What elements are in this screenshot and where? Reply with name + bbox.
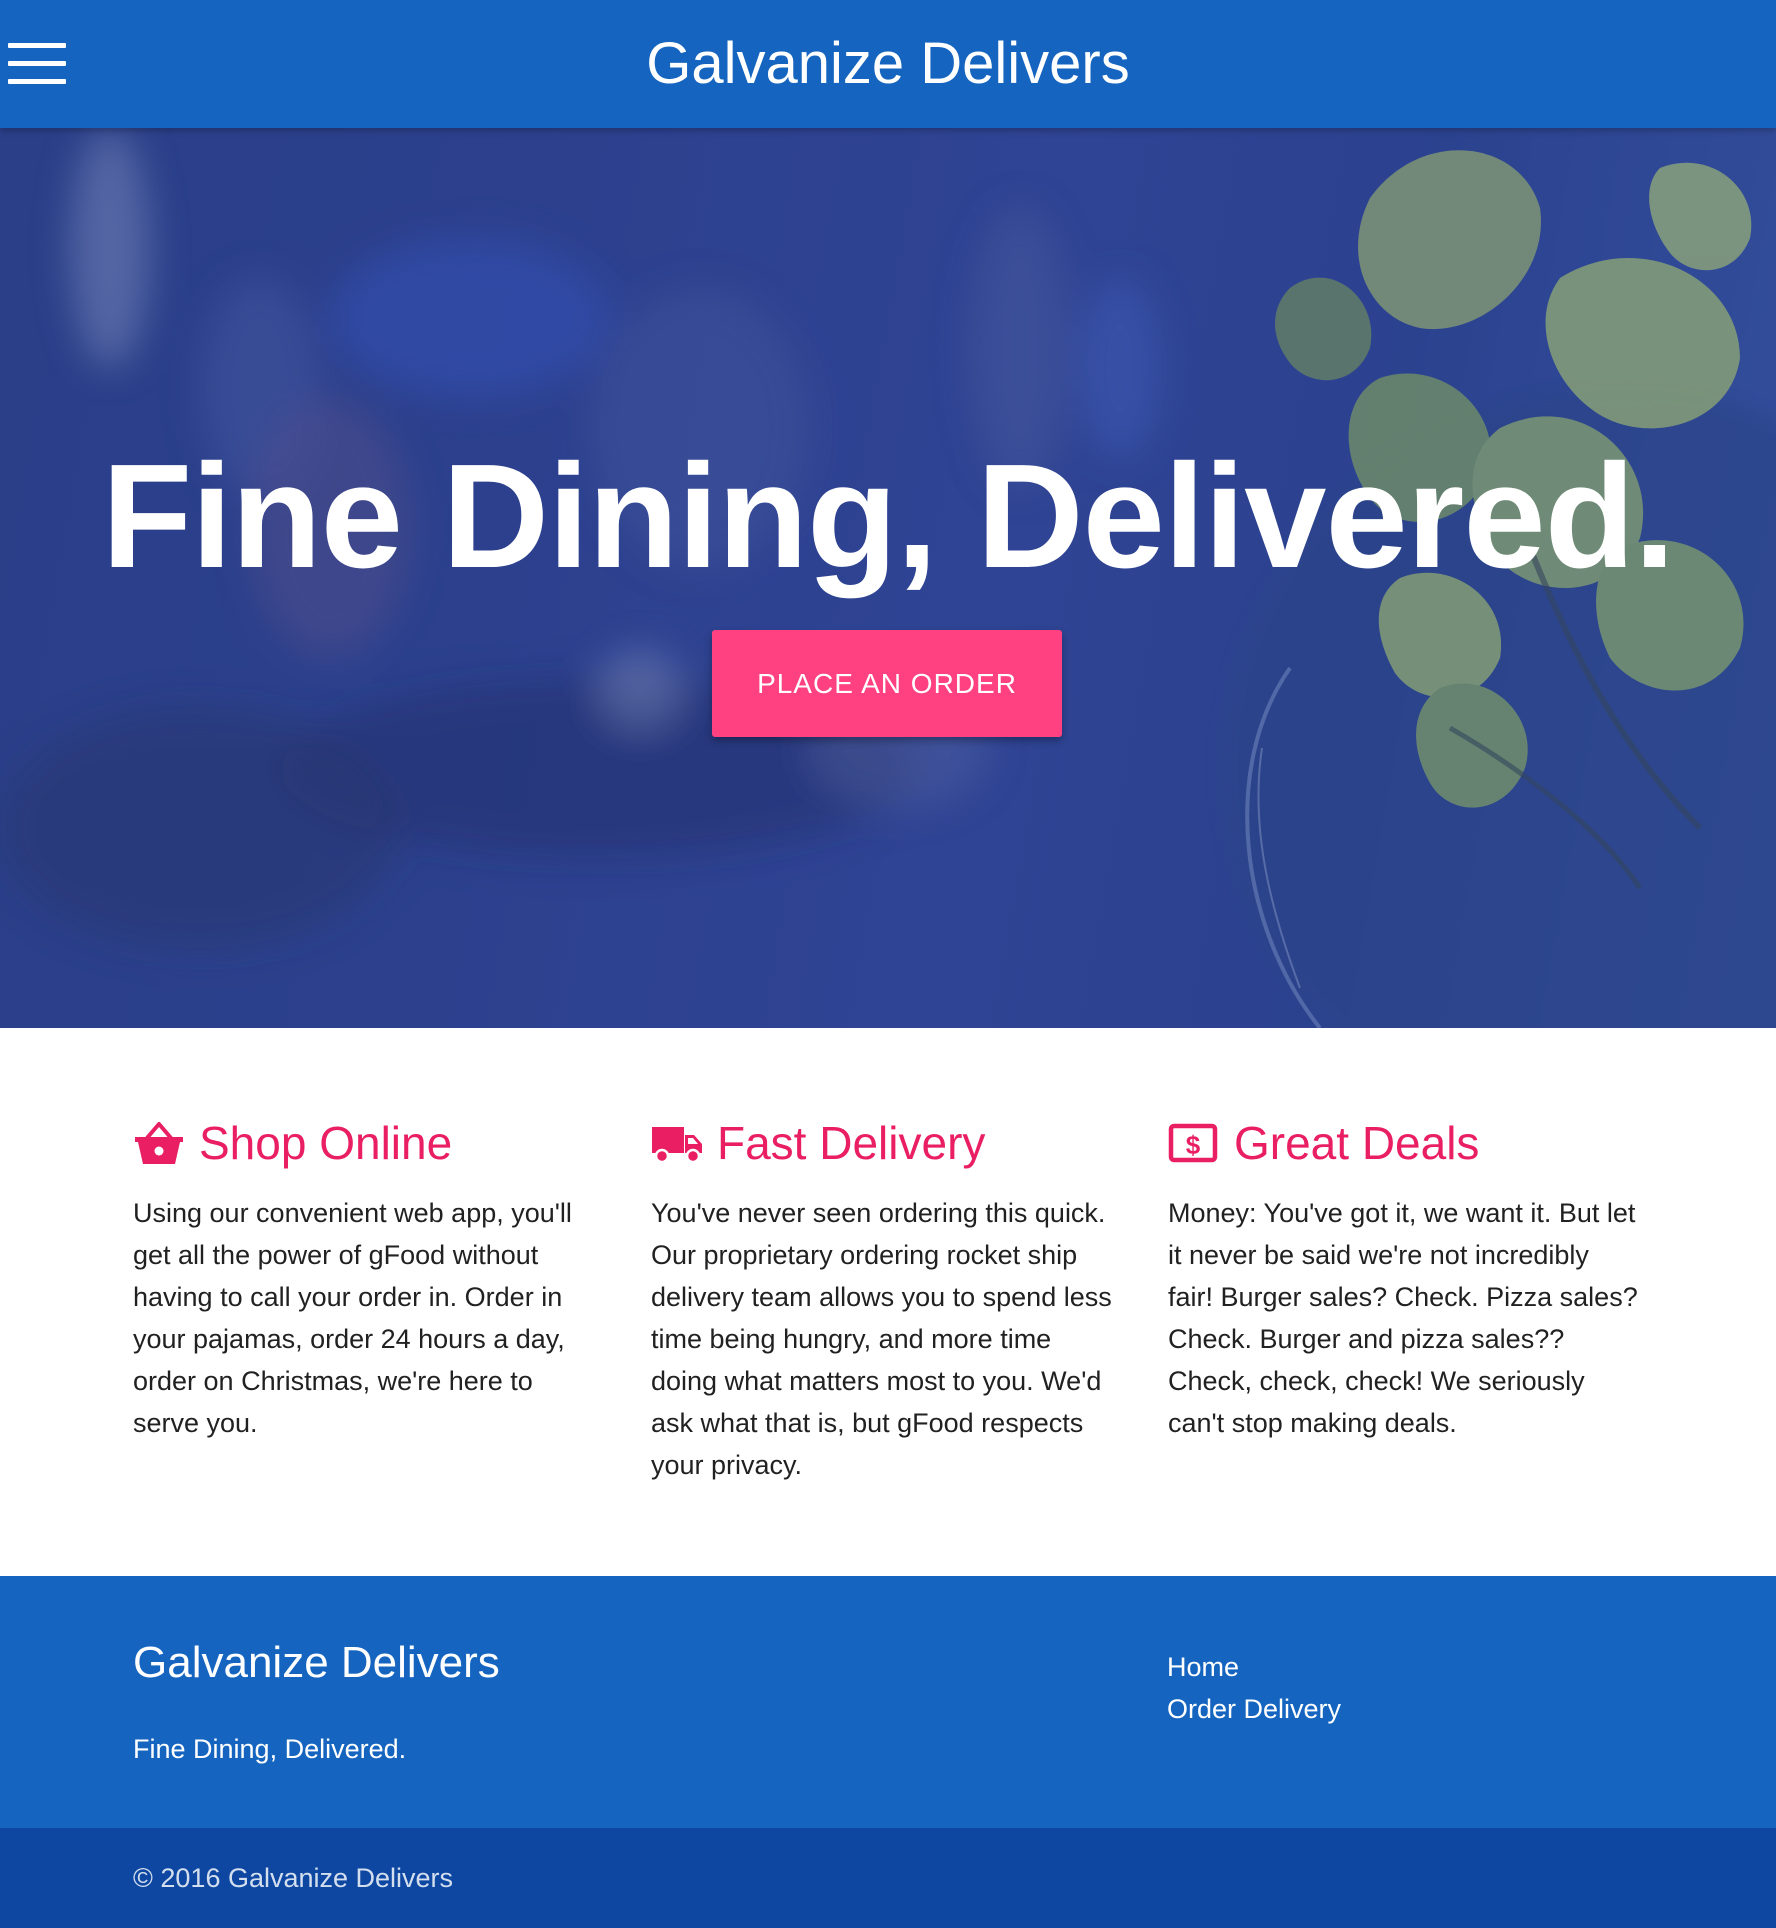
- copyright-bar: © 2016 Galvanize Delivers: [0, 1828, 1776, 1928]
- shopping-basket-icon: [135, 1122, 183, 1164]
- copyright-text: © 2016 Galvanize Delivers: [133, 1863, 454, 1893]
- footer-title: Galvanize Delivers: [133, 1638, 500, 1687]
- feature-description: Using our convenient web app, you'll get…: [133, 1198, 572, 1438]
- site-footer: Galvanize Delivers Fine Dining, Delivere…: [0, 1576, 1776, 1828]
- hero-banner: Fine Dining, Delivered. PLACE AN ORDER: [0, 128, 1776, 1028]
- brand-title: Galvanize Delivers: [0, 0, 1776, 128]
- top-navbar: Galvanize Delivers: [0, 0, 1776, 128]
- feature-great-deals: $ Great Deals Money: You've got it, we w…: [1168, 1108, 1638, 1444]
- footer-links: Home Order Delivery: [1167, 1646, 1341, 1730]
- place-order-button[interactable]: PLACE AN ORDER: [712, 630, 1062, 737]
- footer-link-order-delivery[interactable]: Order Delivery: [1167, 1694, 1341, 1724]
- feature-description: Money: You've got it, we want it. But le…: [1168, 1198, 1638, 1438]
- feature-fast-delivery: Fast Delivery You've never seen ordering…: [651, 1108, 1121, 1486]
- feature-title: Fast Delivery: [717, 1117, 986, 1169]
- hero-title: Fine Dining, Delivered.: [101, 434, 1675, 599]
- features-section: Shop Online Using our convenient web app…: [0, 1028, 1776, 1576]
- footer-tagline: Fine Dining, Delivered.: [133, 1734, 407, 1764]
- svg-text:$: $: [1186, 1130, 1201, 1160]
- feature-title: Great Deals: [1234, 1117, 1480, 1169]
- hamburger-menu-icon[interactable]: [8, 43, 66, 85]
- feature-description: You've never seen ordering this quick. O…: [651, 1198, 1112, 1480]
- feature-shop-online: Shop Online Using our convenient web app…: [133, 1108, 603, 1444]
- brand-link[interactable]: Galvanize Delivers: [646, 31, 1130, 96]
- feature-title: Shop Online: [199, 1117, 453, 1169]
- dollar-bill-icon: $: [1168, 1123, 1218, 1163]
- delivery-truck-icon: [652, 1127, 702, 1164]
- footer-link-home[interactable]: Home: [1167, 1652, 1239, 1682]
